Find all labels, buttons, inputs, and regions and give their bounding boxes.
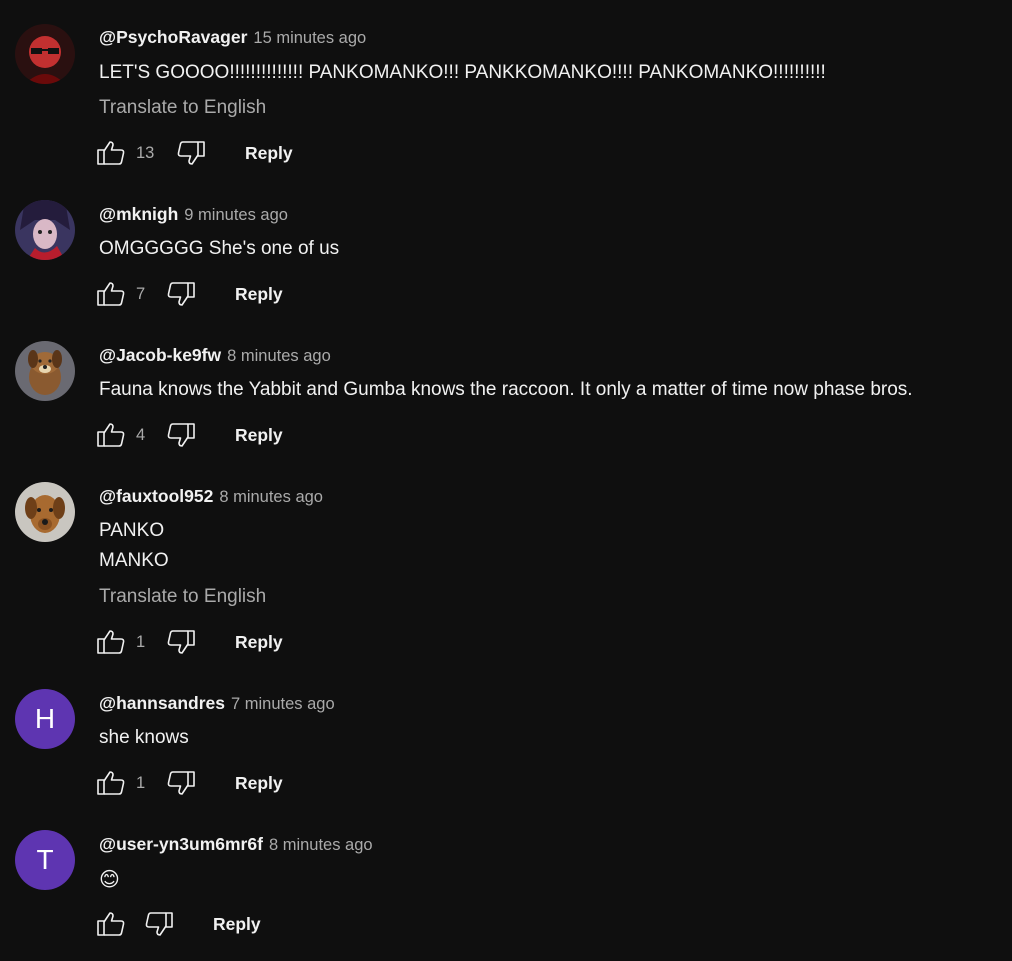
dislike-button[interactable] bbox=[166, 420, 196, 450]
thumbs-up-icon bbox=[97, 282, 125, 306]
dislike-button[interactable] bbox=[176, 138, 206, 168]
comment-text: PANKO bbox=[99, 520, 165, 541]
avatar[interactable]: H bbox=[15, 689, 75, 749]
like-button[interactable] bbox=[96, 138, 126, 168]
dislike-button[interactable] bbox=[166, 627, 196, 657]
timestamp[interactable]: 15 minutes ago bbox=[253, 29, 366, 47]
reply-button[interactable]: Reply bbox=[235, 627, 283, 657]
avatar-letter: T bbox=[36, 844, 54, 875]
like-button[interactable] bbox=[96, 768, 126, 798]
reply-button[interactable]: Reply bbox=[213, 909, 261, 939]
avatar-letter: H bbox=[34, 703, 56, 734]
like-button[interactable] bbox=[96, 279, 126, 309]
avatar[interactable] bbox=[15, 341, 75, 401]
thumbs-down-icon bbox=[177, 141, 205, 165]
thumbs-down-icon bbox=[167, 771, 195, 795]
comment-text: she knows bbox=[99, 727, 189, 748]
reply-button[interactable]: Reply bbox=[235, 420, 283, 450]
thumbs-down-icon bbox=[167, 630, 195, 654]
author-name[interactable]: @mknigh bbox=[99, 204, 178, 224]
like-count: 1 bbox=[136, 633, 146, 651]
comment-header: @hannsandres 7 minutes ago bbox=[99, 691, 335, 715]
timestamp[interactable]: 8 minutes ago bbox=[219, 488, 323, 506]
comment-text: LET'S GOOOO!!!!!!!!!!!!!! PANKOMANKO!!! … bbox=[99, 62, 826, 83]
author-name[interactable]: @fauxtool952 bbox=[99, 486, 213, 506]
reply-button[interactable]: Reply bbox=[235, 279, 283, 309]
reply-button[interactable]: Reply bbox=[235, 768, 283, 798]
thumbs-up-icon bbox=[97, 630, 125, 654]
translate-link[interactable]: Translate to English bbox=[99, 96, 266, 120]
translate-link[interactable]: Translate to English bbox=[99, 585, 266, 609]
dislike-button[interactable] bbox=[166, 768, 196, 798]
comment-header: @PsychoRavager 15 minutes ago bbox=[99, 25, 366, 49]
avatar[interactable] bbox=[15, 200, 75, 260]
comment-text: 😊 bbox=[99, 867, 120, 891]
comment-header: @fauxtool952 8 minutes ago bbox=[99, 484, 323, 508]
author-name[interactable]: @user-yn3um6mr6f bbox=[99, 834, 263, 854]
thumbs-down-icon bbox=[145, 912, 173, 936]
comment-text: Fauna knows the Yabbit and Gumba knows t… bbox=[99, 379, 913, 400]
timestamp[interactable]: 8 minutes ago bbox=[269, 836, 373, 854]
dislike-button[interactable] bbox=[166, 279, 196, 309]
avatar[interactable] bbox=[15, 24, 75, 84]
like-button[interactable] bbox=[96, 420, 126, 450]
thumbs-down-icon bbox=[167, 423, 195, 447]
comment-header: @Jacob-ke9fw 8 minutes ago bbox=[99, 343, 331, 367]
reply-button[interactable]: Reply bbox=[245, 138, 293, 168]
author-name[interactable]: @Jacob-ke9fw bbox=[99, 345, 221, 365]
like-count: 4 bbox=[136, 426, 146, 444]
timestamp[interactable]: 7 minutes ago bbox=[231, 695, 335, 713]
author-name[interactable]: @PsychoRavager bbox=[99, 27, 247, 47]
like-button[interactable] bbox=[96, 627, 126, 657]
thumbs-up-icon bbox=[97, 423, 125, 447]
comment-header: @user-yn3um6mr6f 8 minutes ago bbox=[99, 832, 373, 856]
thumbs-up-icon bbox=[97, 912, 125, 936]
thumbs-up-icon bbox=[97, 771, 125, 795]
comment-header: @mknigh 9 minutes ago bbox=[99, 202, 288, 226]
like-count: 13 bbox=[136, 144, 155, 162]
avatar[interactable] bbox=[15, 482, 75, 542]
dislike-button[interactable] bbox=[144, 909, 174, 939]
comment-text: OMGGGGG She's one of us bbox=[99, 238, 340, 259]
comment-text: MANKO bbox=[99, 550, 169, 571]
like-button[interactable] bbox=[96, 909, 126, 939]
avatar[interactable]: T bbox=[15, 830, 75, 890]
like-count: 1 bbox=[136, 774, 146, 792]
like-count: 7 bbox=[136, 285, 146, 303]
timestamp[interactable]: 9 minutes ago bbox=[184, 206, 288, 224]
thumbs-up-icon bbox=[97, 141, 125, 165]
timestamp[interactable]: 8 minutes ago bbox=[227, 347, 331, 365]
thumbs-down-icon bbox=[167, 282, 195, 306]
author-name[interactable]: @hannsandres bbox=[99, 693, 225, 713]
